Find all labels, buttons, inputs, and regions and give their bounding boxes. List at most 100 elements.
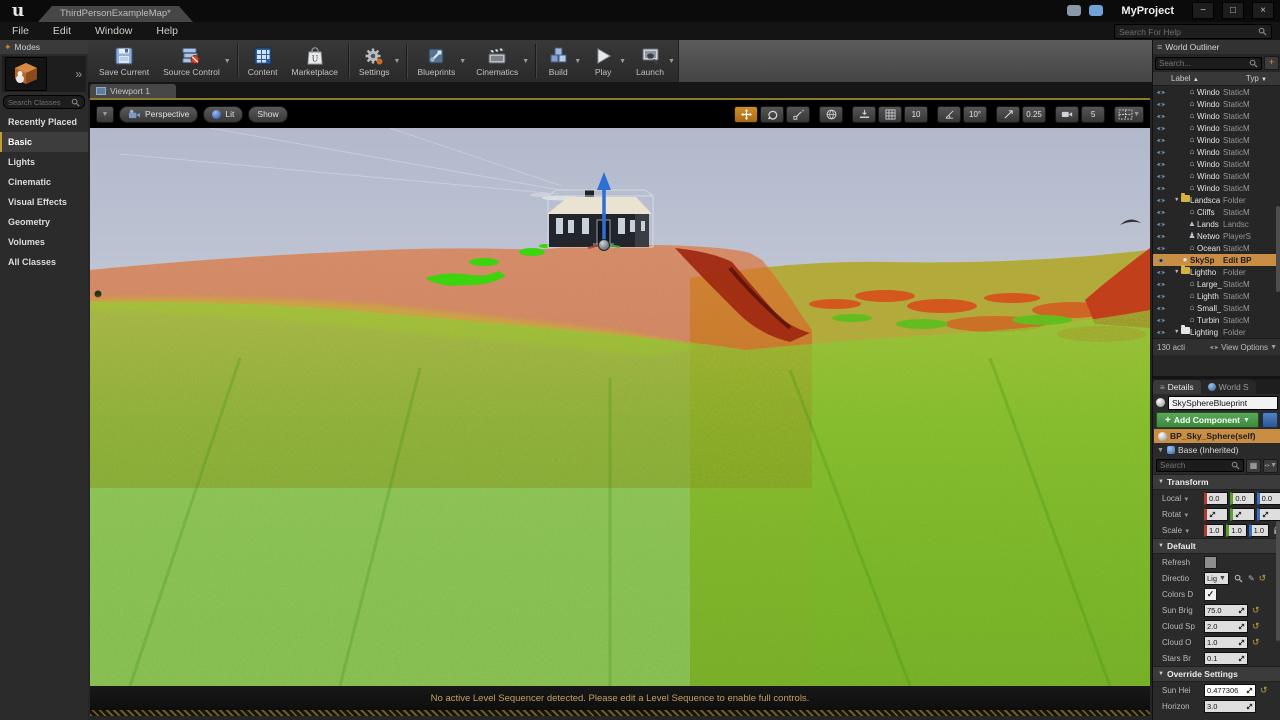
outliner-row-lightho[interactable]: ▼LighthoFolder bbox=[1153, 266, 1280, 278]
reset-to-default-icon[interactable]: ↺ bbox=[1259, 574, 1267, 583]
view-options-button[interactable]: View Options▼ bbox=[1209, 343, 1277, 352]
show-button[interactable]: Show bbox=[248, 106, 287, 123]
toolbar-button-source-control[interactable]: Source Control▼ bbox=[156, 40, 234, 82]
outliner-row-windo[interactable]: ⌂WindoStaticM bbox=[1153, 122, 1280, 134]
scale-z-field[interactable]: 1.0 bbox=[1249, 524, 1269, 537]
help-search-input[interactable]: Search For Help bbox=[1114, 24, 1272, 39]
rotation-snap-value[interactable]: 10° bbox=[963, 106, 987, 123]
viewport-options-button[interactable]: ▼ bbox=[96, 106, 114, 123]
place-mode-button[interactable] bbox=[5, 57, 47, 91]
rotation-z-field[interactable] bbox=[1257, 508, 1280, 521]
feedback-bubble-icon[interactable] bbox=[1067, 5, 1081, 16]
visibility-eye-icon[interactable] bbox=[1155, 125, 1167, 132]
component-base-row[interactable]: ▼ Base (Inherited) bbox=[1153, 443, 1280, 457]
stars-brightness-field[interactable]: 0.1 bbox=[1204, 652, 1248, 665]
location-z-field[interactable]: 0.0 bbox=[1257, 492, 1280, 505]
toolbar-button-build[interactable]: Build▼ bbox=[539, 40, 584, 82]
outliner-row-skysp[interactable]: ●SkySpEdit BP bbox=[1153, 254, 1280, 266]
visibility-eye-icon[interactable] bbox=[1155, 281, 1167, 288]
modes-category-cinematic[interactable]: Cinematic bbox=[0, 172, 88, 192]
tab-world-settings[interactable]: World S bbox=[1201, 380, 1256, 394]
outliner-row-lighting[interactable]: ▼LightingFolder bbox=[1153, 326, 1280, 338]
outliner-row-landsca[interactable]: ▼LandscaFolder bbox=[1153, 194, 1280, 206]
level-tab[interactable]: ThirdPersonExampleMap* bbox=[38, 6, 193, 22]
details-search-input[interactable]: Search bbox=[1156, 459, 1244, 472]
scale-label[interactable]: Scale ▼ bbox=[1162, 526, 1202, 535]
chevron-down-icon[interactable]: ▼ bbox=[224, 58, 231, 65]
outliner-row-windo[interactable]: ⌂WindoStaticM bbox=[1153, 134, 1280, 146]
cloud-speed-field[interactable]: 2.0 bbox=[1204, 620, 1248, 633]
outliner-row-windo[interactable]: ⌂WindoStaticM bbox=[1153, 182, 1280, 194]
modes-panel-header[interactable]: ✦ Modes bbox=[0, 40, 88, 54]
chevron-down-icon[interactable]: ▼ bbox=[574, 58, 581, 65]
lit-mode-button[interactable]: Lit bbox=[203, 106, 243, 123]
level-scene[interactable] bbox=[90, 128, 1150, 686]
visibility-eye-icon[interactable] bbox=[1155, 197, 1167, 204]
outliner-row-windo[interactable]: ⌂WindoStaticM bbox=[1153, 98, 1280, 110]
visibility-eye-icon[interactable] bbox=[1155, 305, 1167, 312]
grid-snap-value[interactable]: 10 bbox=[904, 106, 928, 123]
viewport-layout-button[interactable]: ▼ bbox=[1114, 106, 1144, 123]
visibility-eye-icon[interactable] bbox=[1155, 293, 1167, 300]
modes-overflow-button[interactable]: » bbox=[75, 67, 82, 81]
visibility-eye-icon[interactable] bbox=[1155, 173, 1167, 180]
camera-speed-value[interactable]: 5 bbox=[1081, 106, 1105, 123]
section-default[interactable]: ▼Default bbox=[1153, 538, 1280, 554]
gizmo-origin-ball[interactable] bbox=[599, 240, 610, 251]
modes-category-recently-placed[interactable]: Recently Placed bbox=[0, 112, 88, 132]
modes-category-volumes[interactable]: Volumes bbox=[0, 232, 88, 252]
outliner-create-button[interactable]: + bbox=[1264, 56, 1279, 70]
scale-snap-value[interactable]: 0.25 bbox=[1022, 106, 1046, 123]
reset-to-default-icon[interactable]: ↺ bbox=[1260, 686, 1268, 695]
visibility-eye-icon[interactable] bbox=[1155, 101, 1167, 108]
outliner-row-ocean[interactable]: ⌂OceanStaticM bbox=[1153, 242, 1280, 254]
toolbar-button-cinematics[interactable]: Cinematics▼ bbox=[469, 40, 532, 82]
location-x-field[interactable]: 0.0 bbox=[1204, 492, 1228, 505]
close-button[interactable]: × bbox=[1252, 2, 1274, 19]
toolbar-button-marketplace[interactable]: UMarketplace bbox=[285, 40, 345, 82]
modes-category-visual-effects[interactable]: Visual Effects bbox=[0, 192, 88, 212]
maximize-button[interactable]: □ bbox=[1222, 2, 1244, 19]
rotation-y-field[interactable] bbox=[1230, 508, 1254, 521]
modes-category-all-classes[interactable]: All Classes bbox=[0, 252, 88, 272]
outliner-row-lands[interactable]: ▲LandsLandsc bbox=[1153, 218, 1280, 230]
outliner-row-windo[interactable]: ⌂WindoStaticM bbox=[1153, 146, 1280, 158]
visibility-eye-icon[interactable] bbox=[1155, 149, 1167, 156]
visibility-eye-icon[interactable] bbox=[1155, 89, 1167, 96]
help-bubble-icon[interactable] bbox=[1089, 5, 1103, 16]
modes-category-geometry[interactable]: Geometry bbox=[0, 212, 88, 232]
menu-window[interactable]: Window bbox=[83, 25, 144, 37]
menu-file[interactable]: File bbox=[0, 25, 41, 37]
visibility-eye-icon[interactable] bbox=[1155, 329, 1167, 336]
outliner-row-netwo[interactable]: ♟NetwoPlayerS bbox=[1153, 230, 1280, 242]
cloud-opacity-field[interactable]: 1.0 bbox=[1204, 636, 1248, 649]
actor-name-field[interactable]: SkySphereBlueprint bbox=[1168, 396, 1278, 410]
chevron-down-icon[interactable]: ▼ bbox=[522, 58, 529, 65]
outliner-row-large[interactable]: ⌂Large_StaticM bbox=[1153, 278, 1280, 290]
sun-height-field[interactable]: 0.477306 bbox=[1204, 684, 1256, 697]
visibility-eye-icon[interactable] bbox=[1155, 137, 1167, 144]
edit-blueprint-button[interactable] bbox=[1262, 412, 1278, 428]
toolbar-button-content[interactable]: Content bbox=[241, 40, 285, 82]
visibility-eye-icon[interactable] bbox=[1155, 221, 1167, 228]
chevron-down-icon[interactable]: ▼ bbox=[619, 58, 626, 65]
visibility-eye-icon[interactable] bbox=[1155, 245, 1167, 252]
toolbar-button-settings[interactable]: Settings▼ bbox=[352, 40, 404, 82]
camera-speed-button[interactable] bbox=[1055, 106, 1079, 123]
section-override-settings[interactable]: ▼Override Settings bbox=[1153, 666, 1280, 682]
visibility-eye-icon[interactable] bbox=[1155, 185, 1167, 192]
colors-checkbox[interactable]: ✓ bbox=[1204, 588, 1217, 601]
add-component-button[interactable]: +Add Component▼ bbox=[1156, 412, 1259, 428]
modes-category-lights[interactable]: Lights bbox=[0, 152, 88, 172]
chevron-down-icon[interactable]: ▼ bbox=[459, 58, 466, 65]
find-actor-icon[interactable] bbox=[1234, 574, 1243, 583]
directional-light-dropdown[interactable]: Lig▼ bbox=[1204, 572, 1229, 585]
details-scrollbar[interactable] bbox=[1276, 521, 1280, 641]
toolbar-button-launch[interactable]: Launch▼ bbox=[629, 40, 678, 82]
toolbar-button-play[interactable]: Play▼ bbox=[584, 40, 629, 82]
scale-snap-button[interactable] bbox=[996, 106, 1020, 123]
visibility-eye-icon[interactable] bbox=[1155, 269, 1167, 276]
visibility-eye-icon[interactable] bbox=[1155, 233, 1167, 240]
visibility-eye-icon[interactable] bbox=[1155, 113, 1167, 120]
reset-to-default-icon[interactable]: ↺ bbox=[1252, 638, 1260, 647]
